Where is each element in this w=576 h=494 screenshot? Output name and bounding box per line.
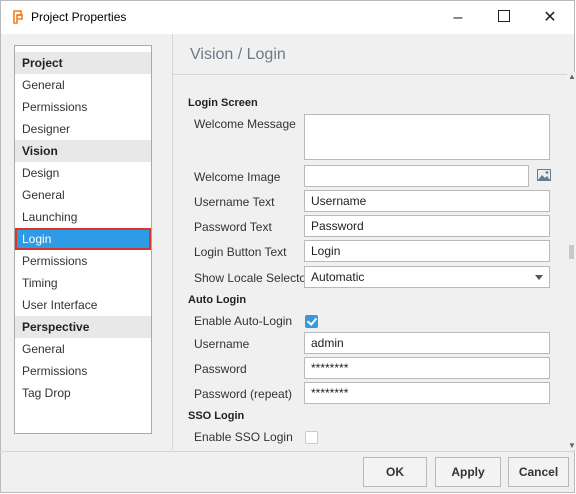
title-divider — [173, 74, 569, 75]
nav-item-perspective-general[interactable]: General — [15, 338, 151, 360]
enable-auto-login-checkbox[interactable] — [305, 315, 318, 328]
auto-login-password-field[interactable]: ******** — [304, 357, 550, 379]
nav-item-vision-user-interface[interactable]: User Interface — [15, 294, 151, 316]
maximize-button[interactable] — [481, 1, 527, 34]
image-picker-icon[interactable] — [537, 169, 551, 181]
nav-item-project-general[interactable]: General — [15, 74, 151, 96]
ok-button[interactable]: OK — [363, 457, 427, 487]
title-bar[interactable]: Project Properties – ✕ — [1, 1, 574, 34]
nav-item-vision-timing[interactable]: Timing — [15, 272, 151, 294]
enable-sso-login-label: Enable SSO Login — [194, 430, 293, 444]
project-properties-icon — [13, 10, 23, 24]
window-title: Project Properties — [31, 10, 127, 24]
enable-sso-login-checkbox[interactable] — [305, 431, 318, 444]
auto-login-password-label: Password — [194, 362, 247, 376]
auto-login-username-label: Username — [194, 337, 250, 351]
username-text-field[interactable]: Username — [304, 190, 550, 212]
show-locale-selector-label: Show Locale Selector — [194, 271, 311, 285]
nav-item-perspective-tag-drop[interactable]: Tag Drop — [15, 382, 151, 404]
login-button-text-field[interactable]: Login — [304, 240, 550, 262]
login-button-text-label: Login Button Text — [194, 245, 287, 259]
password-text-label: Password Text — [194, 220, 272, 234]
apply-button[interactable]: Apply — [435, 457, 501, 487]
nav-item-vision-general[interactable]: General — [15, 184, 151, 206]
username-text-label: Username Text — [194, 195, 275, 209]
auto-login-username-field[interactable]: admin — [304, 332, 550, 354]
scroll-up-icon[interactable]: ▲ — [568, 72, 576, 81]
close-button[interactable]: ✕ — [527, 1, 573, 34]
settings-panel: Vision / Login Login Screen Welcome Mess… — [172, 34, 569, 450]
welcome-message-label: Welcome Message — [194, 117, 296, 131]
auto-login-password-repeat-label: Password (repeat) — [194, 387, 293, 401]
nav-item-project-designer[interactable]: Designer — [15, 118, 151, 140]
section-auto-login: Auto Login — [188, 294, 247, 306]
enable-auto-login-label: Enable Auto-Login — [194, 314, 293, 328]
nav-item-vision-design[interactable]: Design — [15, 162, 151, 184]
minimize-button[interactable]: – — [435, 1, 481, 34]
chevron-down-icon — [535, 275, 543, 280]
nav-group-perspective: Perspective — [15, 316, 151, 338]
page-title: Vision / Login — [190, 46, 286, 63]
show-locale-selector-dropdown[interactable]: Automatic — [304, 266, 550, 288]
auto-login-password-repeat-field[interactable]: ******** — [304, 382, 550, 404]
cancel-button[interactable]: Cancel — [508, 457, 569, 487]
maximize-icon — [498, 10, 510, 23]
welcome-image-label: Welcome Image — [194, 170, 281, 184]
footer-divider — [0, 451, 575, 452]
nav-item-vision-login[interactable]: Login — [15, 228, 151, 250]
password-text-field[interactable]: Password — [304, 215, 550, 237]
show-locale-selector-value: Automatic — [311, 270, 365, 284]
section-login-screen: Login Screen — [188, 97, 258, 109]
welcome-image-field[interactable] — [304, 165, 529, 187]
nav-group-project: Project — [15, 52, 151, 74]
nav-item-perspective-permissions[interactable]: Permissions — [15, 360, 151, 382]
properties-nav-list: Project General Permissions Designer Vis… — [14, 45, 152, 434]
nav-item-vision-launching[interactable]: Launching — [15, 206, 151, 228]
scrollbar-thumb[interactable] — [569, 245, 574, 259]
settings-scrollbar[interactable]: ▲ ▼ — [567, 72, 576, 450]
scroll-down-icon[interactable]: ▼ — [568, 441, 576, 450]
section-sso-login: SSO Login — [188, 410, 245, 422]
nav-item-vision-permissions[interactable]: Permissions — [15, 250, 151, 272]
welcome-message-field[interactable] — [304, 114, 550, 160]
nav-group-vision: Vision — [15, 140, 151, 162]
nav-item-project-permissions[interactable]: Permissions — [15, 96, 151, 118]
